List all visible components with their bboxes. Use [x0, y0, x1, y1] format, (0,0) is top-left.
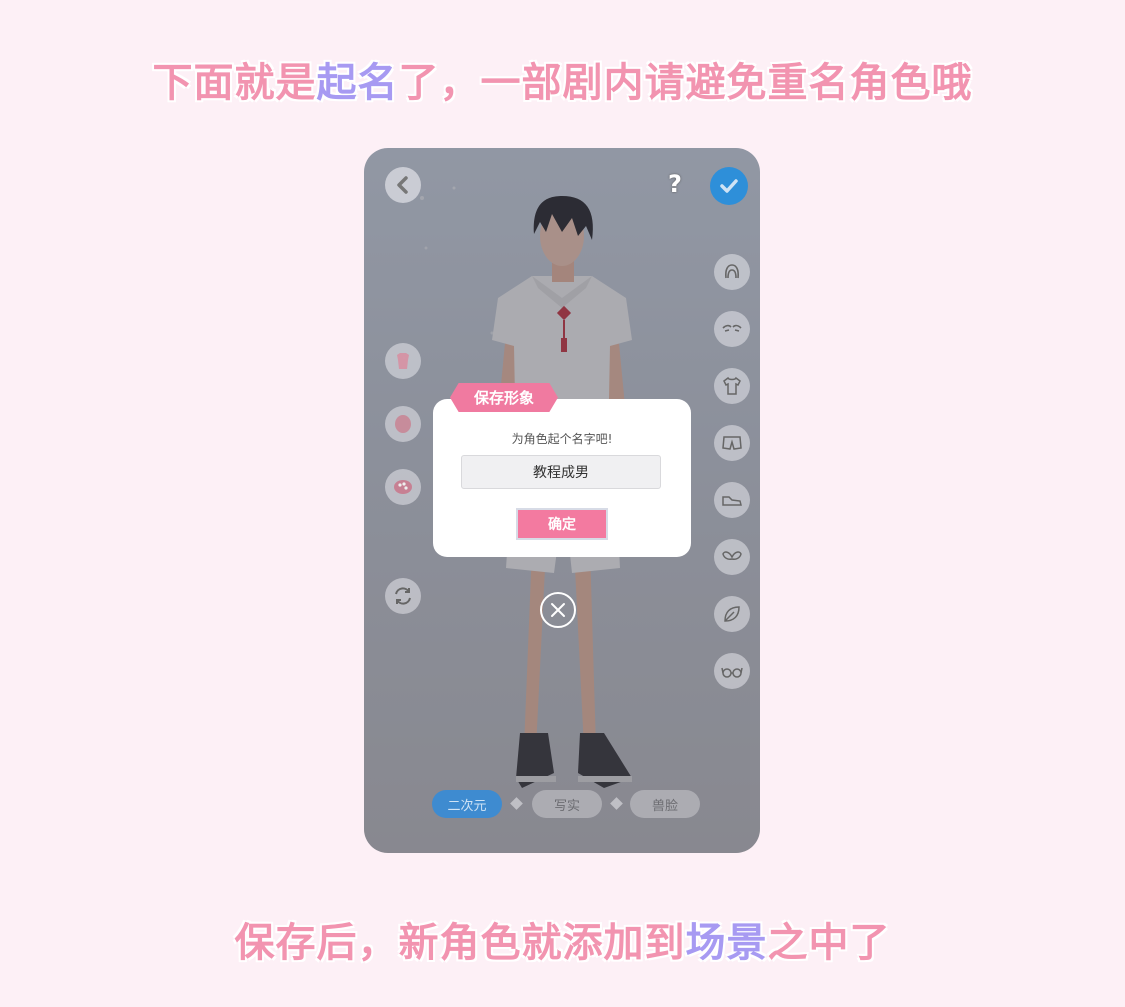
shirt-category[interactable]: [714, 368, 750, 404]
makeup-palette-icon: [394, 480, 412, 494]
ok-button[interactable]: 确定: [516, 508, 608, 540]
hair-category[interactable]: [714, 254, 750, 290]
tab-divider: [510, 797, 523, 810]
tab-anime[interactable]: 二次元: [432, 790, 502, 818]
dialog-prompt: 为角色起个名字吧!: [511, 432, 613, 446]
makeup-palette-button[interactable]: [385, 469, 421, 505]
top-caption-pre: 下面就是: [152, 60, 317, 106]
leaf-category[interactable]: [714, 596, 750, 632]
chevron-left-icon: [397, 176, 408, 194]
top-caption-post: 了，一部剧内请避免重名角色哦: [398, 60, 973, 106]
check-icon: [720, 179, 738, 193]
bottom-caption: 保存后，新角色就添加到场景之中了: [0, 910, 1125, 968]
close-icon: [551, 603, 565, 617]
glasses-icon: [721, 667, 743, 678]
bottom-caption-post: 之中了: [767, 920, 891, 966]
glasses-category[interactable]: [714, 653, 750, 689]
shoe-icon: [722, 496, 742, 506]
character-name-input[interactable]: [461, 455, 661, 489]
help-button[interactable]: ?: [664, 170, 686, 198]
body-shape-icon: [397, 353, 409, 369]
eyebrow-category[interactable]: [714, 311, 750, 347]
leaf-icon: [724, 606, 740, 622]
pants-icon: [722, 436, 742, 450]
hair-icon: [725, 264, 739, 279]
back-button[interactable]: [385, 167, 421, 203]
wings-category[interactable]: [714, 539, 750, 575]
dialog-title: 保存形象: [450, 383, 558, 412]
wings-icon: [722, 551, 742, 560]
rotate-icon: [395, 587, 411, 605]
bottom-caption-highlight: 场景: [685, 920, 768, 966]
top-caption: 下面就是起名了，一部剧内请避免重名角色哦: [0, 50, 1125, 108]
style-tabs: 二次元 写实 兽脸: [364, 790, 760, 818]
top-caption-highlight: 起名: [316, 60, 399, 106]
eyebrow-icon: [722, 324, 742, 332]
rotate-button[interactable]: [385, 578, 421, 614]
confirm-button[interactable]: [710, 167, 748, 205]
tab-divider: [610, 797, 623, 810]
body-shape-button[interactable]: [385, 343, 421, 379]
tab-beast-face[interactable]: 兽脸: [630, 790, 700, 818]
bottom-caption-pre: 保存后，新角色就添加到: [234, 920, 686, 966]
pants-category[interactable]: [714, 425, 750, 461]
close-dialog-button[interactable]: [540, 592, 576, 628]
face-shape-button[interactable]: [385, 406, 421, 442]
shirt-icon: [723, 376, 741, 395]
face-shape-icon: [395, 415, 411, 433]
shoe-category[interactable]: [714, 482, 750, 518]
tab-realistic[interactable]: 写实: [532, 790, 602, 818]
